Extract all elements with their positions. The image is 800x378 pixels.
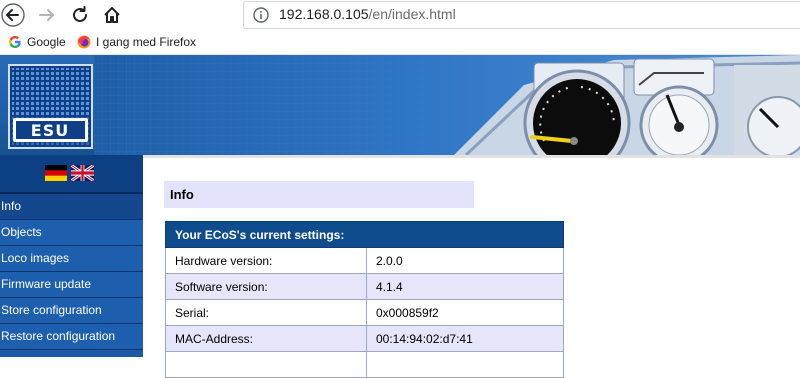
url-host: 192.168.0.105 xyxy=(279,6,369,22)
uk-flag-icon[interactable] xyxy=(71,165,94,181)
nav-item-firmware-update[interactable]: Firmware update xyxy=(0,272,143,298)
bookmark-google[interactable]: Google xyxy=(8,35,66,49)
row-label: MAC-Address: xyxy=(165,325,367,352)
settings-table: Your ECoS's current settings: Hardware v… xyxy=(165,221,564,378)
bookmark-firefox-label: I gang med Firefox xyxy=(96,35,197,49)
site-info-icon[interactable] xyxy=(253,7,269,23)
table-title: Your ECoS's current settings: xyxy=(165,221,564,248)
row-label xyxy=(165,351,367,378)
browser-toolbar: 192.168.0.105/en/index.html xyxy=(0,0,800,32)
page-title: Info xyxy=(164,181,474,208)
back-arrow-icon xyxy=(1,3,25,27)
back-button[interactable] xyxy=(0,2,26,28)
address-bar[interactable]: 192.168.0.105/en/index.html xyxy=(243,1,800,29)
table-row: Serial: 0x000859f2 xyxy=(165,299,564,326)
row-value: 0x000859f2 xyxy=(366,299,564,326)
content-top-border xyxy=(143,155,800,158)
nav-item-info[interactable]: Info xyxy=(0,194,143,220)
sidebar: Info Objects Loco images Firmware update… xyxy=(0,155,143,357)
nav-item-restore-configuration[interactable]: Restore configuration xyxy=(0,324,143,350)
table-row: Hardware version: 2.0.0 xyxy=(165,247,564,274)
forward-button[interactable] xyxy=(34,2,60,28)
page-header: ESU xyxy=(0,55,800,155)
url-path: /en/index.html xyxy=(368,6,456,22)
row-label: Software version: xyxy=(165,273,367,300)
firefox-icon xyxy=(77,35,91,49)
row-label: Serial: xyxy=(165,299,367,326)
row-value: 4.1.4 xyxy=(366,273,564,300)
row-label: Hardware version: xyxy=(165,247,367,274)
web-page: ESU Info Objects Loco images Firmware up… xyxy=(0,55,800,378)
bookmark-google-label: Google xyxy=(27,35,66,49)
logo-text: ESU xyxy=(30,121,70,140)
row-value xyxy=(366,351,564,378)
nav-item-objects[interactable]: Objects xyxy=(0,220,143,246)
language-selector xyxy=(0,155,143,194)
home-icon xyxy=(104,7,120,23)
table-row xyxy=(165,351,564,378)
table-row: MAC-Address: 00:14:94:02:d7:41 xyxy=(165,325,564,352)
german-flag-icon[interactable] xyxy=(45,165,67,181)
url-text: 192.168.0.105/en/index.html xyxy=(279,6,456,22)
nav-item-store-configuration[interactable]: Store configuration xyxy=(0,298,143,324)
table-row: Software version: 4.1.4 xyxy=(165,273,564,300)
table-header-row: Your ECoS's current settings: xyxy=(165,221,564,248)
nav-item-loco-images[interactable]: Loco images xyxy=(0,246,143,272)
esu-logo[interactable]: ESU xyxy=(8,64,93,149)
google-icon xyxy=(9,36,21,48)
reload-icon xyxy=(73,6,87,22)
home-button[interactable] xyxy=(99,2,125,28)
forward-arrow-icon xyxy=(39,9,54,21)
nav-menu: Info Objects Loco images Firmware update… xyxy=(0,194,143,350)
row-value: 00:14:94:02:d7:41 xyxy=(366,325,564,352)
bookmarks-bar: Google I gang med Firefox xyxy=(0,32,800,55)
reload-button[interactable] xyxy=(67,2,93,28)
header-cab-illustration xyxy=(94,55,800,155)
row-value: 2.0.0 xyxy=(366,247,564,274)
bookmark-firefox[interactable]: I gang med Firefox xyxy=(77,35,196,49)
